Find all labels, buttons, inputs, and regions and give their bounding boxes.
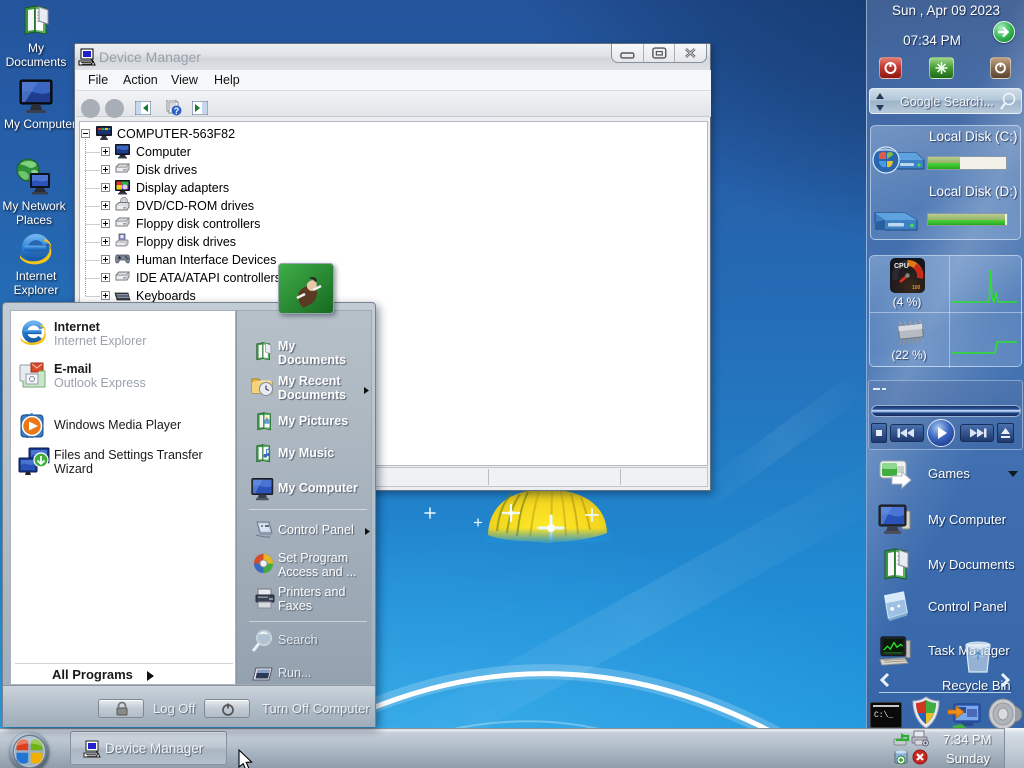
svg-text:?: ? — [174, 106, 180, 116]
svg-text:100: 100 — [912, 285, 921, 291]
svg-text:CPU: CPU — [894, 263, 909, 270]
